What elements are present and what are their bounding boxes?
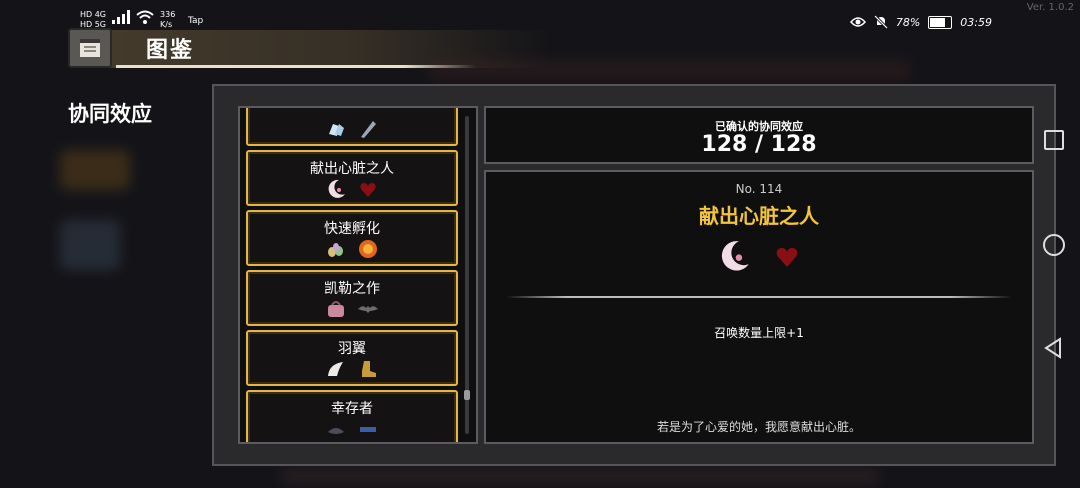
background-blur bbox=[60, 150, 130, 190]
home-button[interactable] bbox=[1043, 234, 1065, 256]
back-nav-icon[interactable] bbox=[1044, 337, 1062, 359]
egg-cluster-icon bbox=[328, 243, 343, 257]
app-indicator: Tap bbox=[188, 16, 204, 26]
synergy-item-label: 凯勒之作 bbox=[324, 281, 380, 297]
clock: 03:59 bbox=[960, 15, 992, 29]
page-title: 图鉴 bbox=[146, 38, 195, 63]
synergy-count-box: 已确认的协同效应 128 / 128 bbox=[484, 106, 1034, 164]
pink-bag-icon bbox=[328, 301, 344, 317]
status-right: 78% 03:59 bbox=[849, 15, 992, 29]
red-heart-icon bbox=[776, 247, 798, 267]
boot-icon bbox=[362, 361, 376, 377]
section-title: 协同效应 bbox=[68, 102, 152, 126]
sim1-indicator: HD 4G bbox=[80, 10, 107, 19]
fire-orb-icon bbox=[359, 240, 377, 258]
list-scroll-thumb[interactable] bbox=[464, 390, 470, 400]
version-label: Ver. 1.0.2 bbox=[1026, 2, 1074, 13]
synergy-item-icons bbox=[248, 178, 456, 202]
synergy-item-icons bbox=[248, 298, 456, 322]
synergy-item[interactable]: 快速孵化 bbox=[246, 210, 458, 266]
crescent-moon-icon bbox=[721, 241, 749, 271]
synergy-detail: No. 114 献出心脏之人 召唤数量上限+1 若是为了心爱的她，我愿意献出心脏… bbox=[484, 170, 1034, 444]
red-heart-icon bbox=[360, 183, 376, 197]
status-left: HD 4G HD 5G 336 K/s Tap bbox=[80, 10, 203, 30]
ice-crystal-icon bbox=[329, 124, 344, 136]
synergy-list[interactable]: 献出心脏之人 快速孵化 凯勒之作 羽翼 幸存者 bbox=[238, 106, 478, 444]
synergy-item-label: 献出心脏之人 bbox=[310, 161, 394, 177]
battery-percent: 78% bbox=[895, 15, 921, 29]
battery-icon bbox=[928, 15, 953, 29]
synergy-item[interactable]: 凯勒之作 bbox=[246, 270, 458, 326]
cloak-icon bbox=[328, 428, 344, 434]
synergy-item-icons bbox=[248, 358, 456, 382]
synergy-item[interactable]: 幸存者 bbox=[246, 390, 458, 442]
crescent-moon-icon bbox=[328, 179, 345, 198]
synergy-item-label: 幸存者 bbox=[331, 401, 373, 417]
book-icon bbox=[80, 39, 100, 57]
detail-name: 献出心脏之人 bbox=[699, 204, 819, 228]
detail-number: No. 114 bbox=[735, 182, 783, 196]
background-blur bbox=[280, 468, 880, 484]
wing-icon bbox=[328, 362, 343, 376]
detail-divider bbox=[506, 296, 1012, 298]
synergy-item-icons bbox=[248, 238, 456, 262]
background-blur bbox=[60, 220, 120, 270]
signal-icon bbox=[112, 10, 131, 24]
detail-icons bbox=[486, 238, 1032, 278]
synergy-item[interactable]: 羽翼 bbox=[246, 330, 458, 386]
gear-chain-icon bbox=[360, 427, 376, 432]
synergy-item-label: 羽翼 bbox=[338, 341, 366, 357]
count-value: 128 / 128 bbox=[701, 132, 817, 157]
synergy-item[interactable]: 献出心脏之人 bbox=[246, 150, 458, 206]
feather-blade-icon bbox=[361, 121, 376, 138]
detail-effect: 召唤数量上限+1 bbox=[714, 326, 804, 340]
synergy-item-icons bbox=[248, 418, 456, 442]
synergy-item[interactable] bbox=[246, 108, 458, 146]
synergy-item-label: 快速孵化 bbox=[324, 221, 380, 237]
mute-bell-icon bbox=[873, 15, 888, 29]
recent-apps-button[interactable] bbox=[1044, 130, 1064, 150]
wifi-icon bbox=[136, 10, 154, 24]
header-underline bbox=[116, 65, 476, 68]
back-button[interactable] bbox=[68, 28, 112, 68]
network-speed: 336 K/s bbox=[160, 10, 176, 29]
list-scrollbar[interactable] bbox=[465, 116, 469, 434]
header: 图鉴 bbox=[0, 28, 1080, 72]
synergy-item-icons bbox=[248, 118, 456, 142]
bat-icon bbox=[358, 306, 378, 313]
eye-icon bbox=[849, 17, 866, 27]
detail-flavor-text: 若是为了心爱的她，我愿意献出心脏。 bbox=[656, 420, 861, 434]
